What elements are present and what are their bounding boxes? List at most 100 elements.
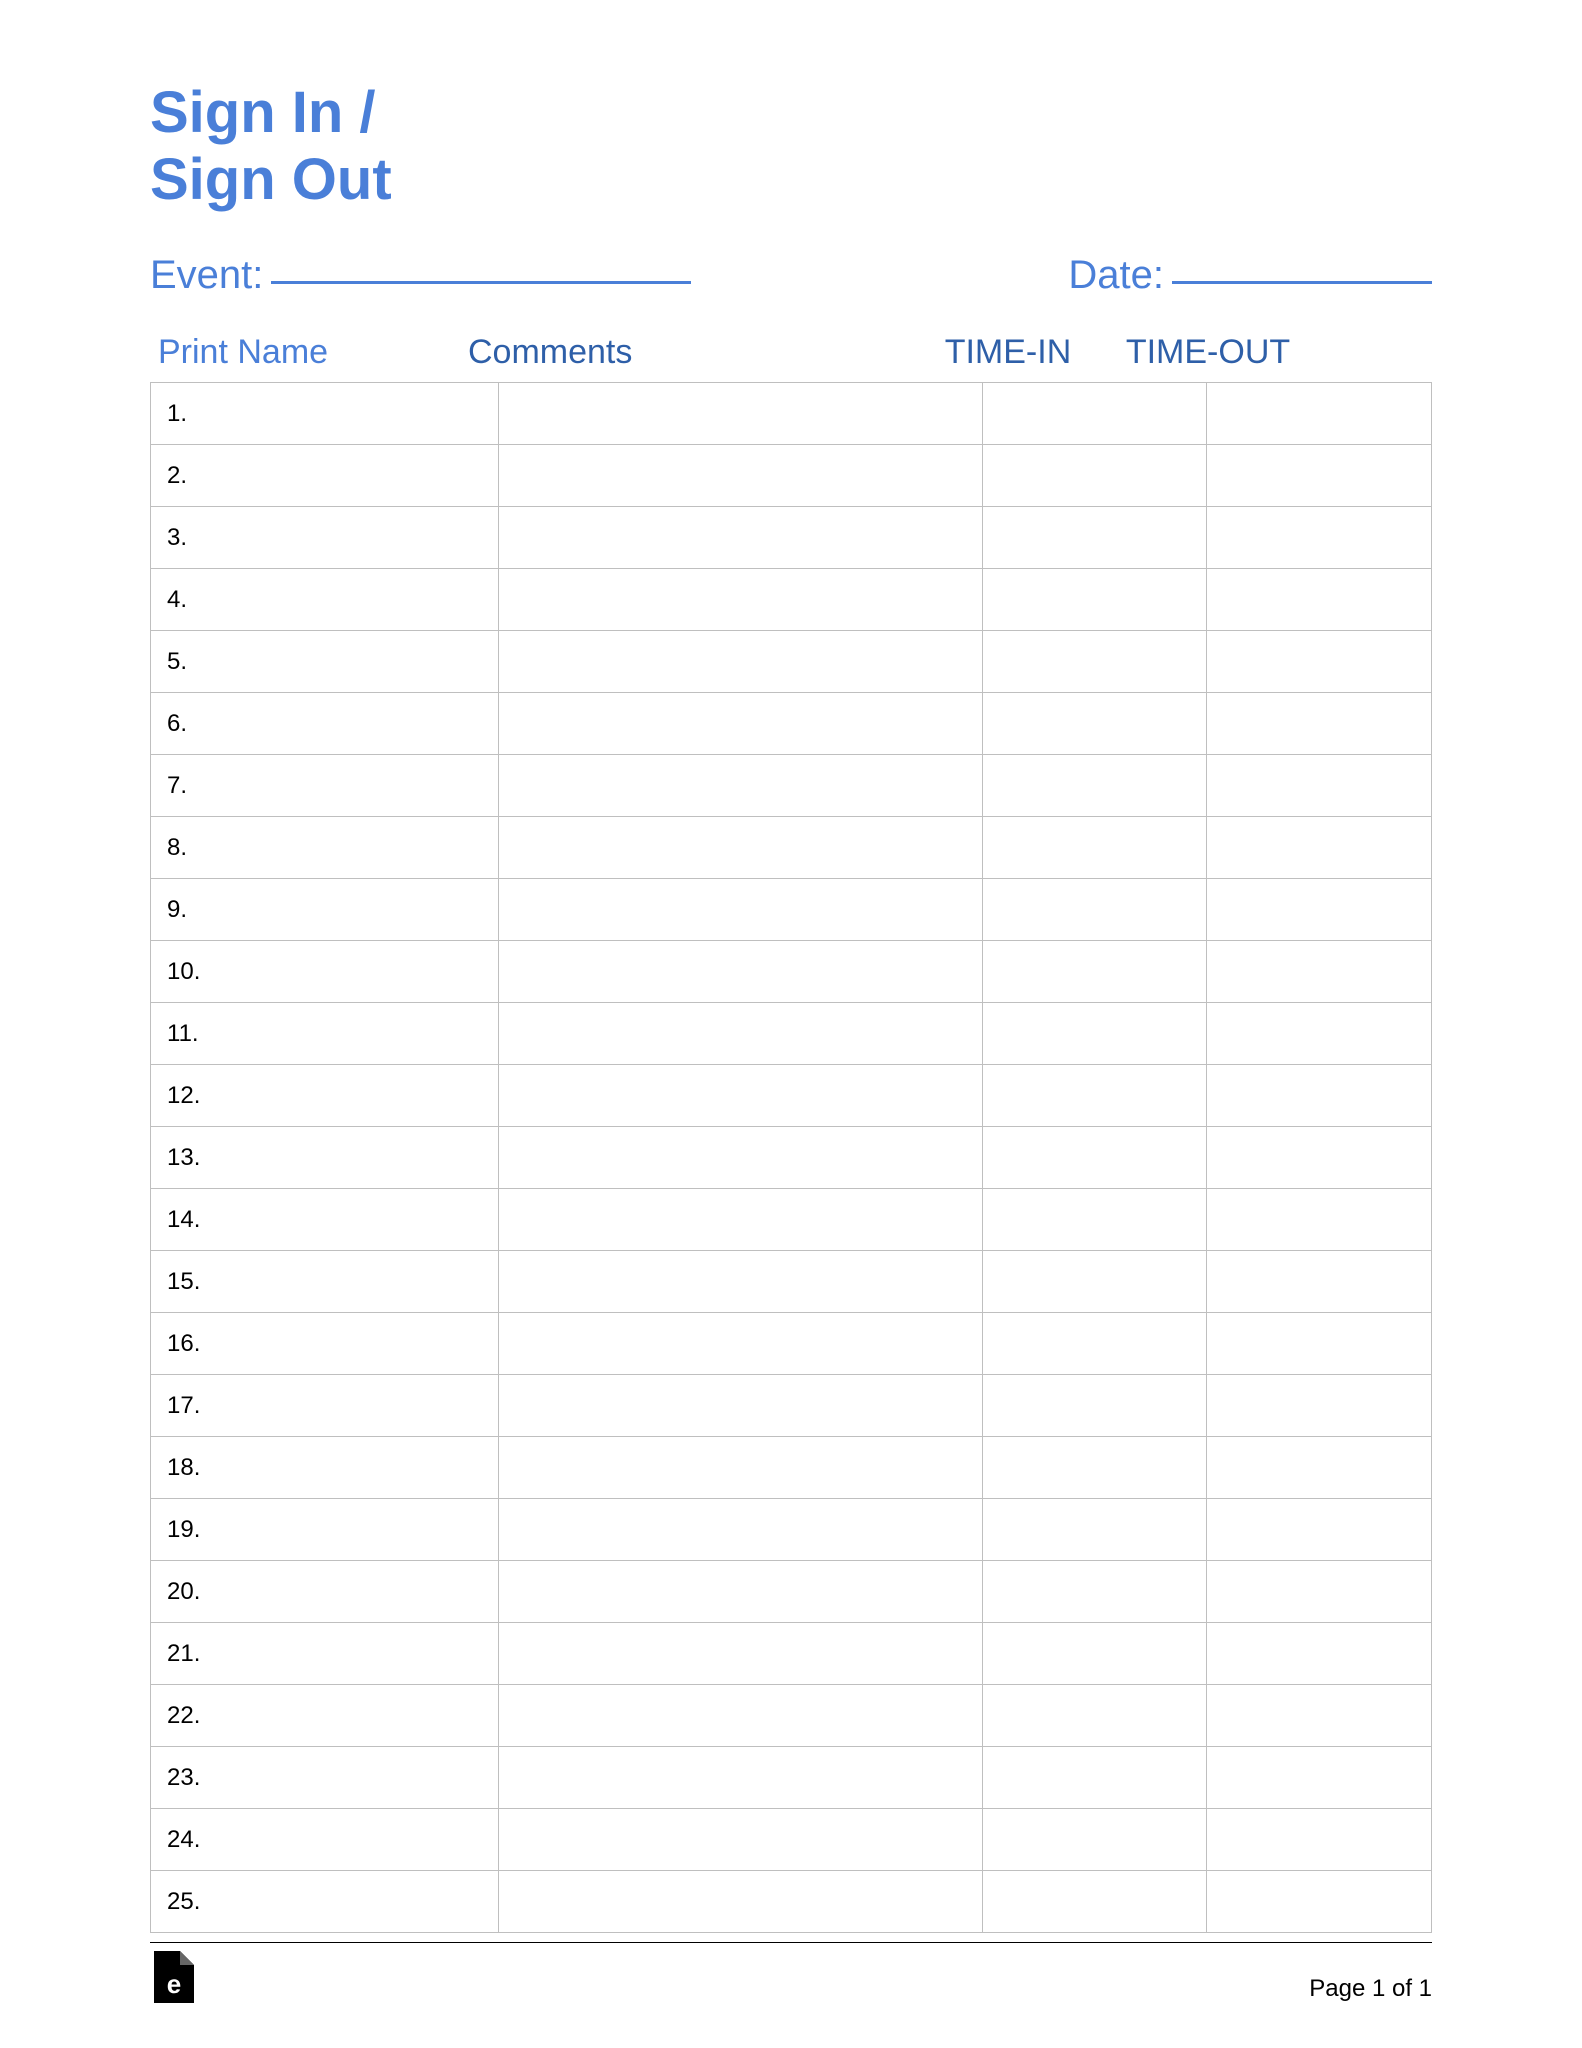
row-number-cell[interactable]: 22. — [151, 1685, 499, 1747]
row-number-cell[interactable]: 7. — [151, 755, 499, 817]
comments-cell[interactable] — [499, 1685, 982, 1747]
time-out-cell[interactable] — [1207, 1189, 1432, 1251]
comments-cell[interactable] — [499, 383, 982, 445]
time-in-cell[interactable] — [982, 569, 1207, 631]
time-in-cell[interactable] — [982, 1437, 1207, 1499]
time-out-cell[interactable] — [1207, 817, 1432, 879]
row-number-cell[interactable]: 5. — [151, 631, 499, 693]
time-out-cell[interactable] — [1207, 879, 1432, 941]
time-out-cell[interactable] — [1207, 445, 1432, 507]
comments-cell[interactable] — [499, 1065, 982, 1127]
time-in-cell[interactable] — [982, 1561, 1207, 1623]
row-number-cell[interactable]: 14. — [151, 1189, 499, 1251]
comments-cell[interactable] — [499, 755, 982, 817]
row-number-cell[interactable]: 13. — [151, 1127, 499, 1189]
time-in-cell[interactable] — [982, 1747, 1207, 1809]
row-number-cell[interactable]: 6. — [151, 693, 499, 755]
time-in-cell[interactable] — [982, 1251, 1207, 1313]
time-in-cell[interactable] — [982, 1189, 1207, 1251]
time-out-cell[interactable] — [1207, 1003, 1432, 1065]
time-in-cell[interactable] — [982, 817, 1207, 879]
comments-cell[interactable] — [499, 879, 982, 941]
time-in-cell[interactable] — [982, 755, 1207, 817]
time-out-cell[interactable] — [1207, 1623, 1432, 1685]
comments-cell[interactable] — [499, 817, 982, 879]
comments-cell[interactable] — [499, 1561, 982, 1623]
comments-cell[interactable] — [499, 1127, 982, 1189]
time-out-cell[interactable] — [1207, 1065, 1432, 1127]
time-in-cell[interactable] — [982, 879, 1207, 941]
time-out-cell[interactable] — [1207, 1127, 1432, 1189]
time-in-cell[interactable] — [982, 693, 1207, 755]
comments-cell[interactable] — [499, 507, 982, 569]
event-blank-line[interactable] — [271, 281, 691, 284]
row-number-cell[interactable]: 9. — [151, 879, 499, 941]
time-in-cell[interactable] — [982, 941, 1207, 1003]
row-number-cell[interactable]: 3. — [151, 507, 499, 569]
comments-cell[interactable] — [499, 1003, 982, 1065]
comments-cell[interactable] — [499, 1871, 982, 1933]
time-out-cell[interactable] — [1207, 755, 1432, 817]
row-number-cell[interactable]: 12. — [151, 1065, 499, 1127]
date-blank-line[interactable] — [1172, 281, 1432, 284]
row-number-cell[interactable]: 11. — [151, 1003, 499, 1065]
comments-cell[interactable] — [499, 1747, 982, 1809]
time-in-cell[interactable] — [982, 445, 1207, 507]
time-out-cell[interactable] — [1207, 1685, 1432, 1747]
time-in-cell[interactable] — [982, 507, 1207, 569]
comments-cell[interactable] — [499, 1437, 982, 1499]
time-in-cell[interactable] — [982, 1375, 1207, 1437]
comments-cell[interactable] — [499, 631, 982, 693]
time-in-cell[interactable] — [982, 1623, 1207, 1685]
time-out-cell[interactable] — [1207, 383, 1432, 445]
time-out-cell[interactable] — [1207, 1747, 1432, 1809]
row-number-cell[interactable]: 2. — [151, 445, 499, 507]
comments-cell[interactable] — [499, 693, 982, 755]
time-out-cell[interactable] — [1207, 1871, 1432, 1933]
time-in-cell[interactable] — [982, 1003, 1207, 1065]
time-in-cell[interactable] — [982, 1127, 1207, 1189]
time-out-cell[interactable] — [1207, 1375, 1432, 1437]
time-out-cell[interactable] — [1207, 507, 1432, 569]
comments-cell[interactable] — [499, 1809, 982, 1871]
row-number-cell[interactable]: 1. — [151, 383, 499, 445]
time-in-cell[interactable] — [982, 1499, 1207, 1561]
time-in-cell[interactable] — [982, 1685, 1207, 1747]
time-out-cell[interactable] — [1207, 1499, 1432, 1561]
comments-cell[interactable] — [499, 1375, 982, 1437]
row-number-cell[interactable]: 17. — [151, 1375, 499, 1437]
row-number-cell[interactable]: 21. — [151, 1623, 499, 1685]
row-number-cell[interactable]: 16. — [151, 1313, 499, 1375]
time-out-cell[interactable] — [1207, 631, 1432, 693]
comments-cell[interactable] — [499, 1499, 982, 1561]
time-in-cell[interactable] — [982, 1871, 1207, 1933]
time-out-cell[interactable] — [1207, 1437, 1432, 1499]
time-in-cell[interactable] — [982, 631, 1207, 693]
row-number-cell[interactable]: 8. — [151, 817, 499, 879]
row-number-cell[interactable]: 4. — [151, 569, 499, 631]
comments-cell[interactable] — [499, 1189, 982, 1251]
row-number-cell[interactable]: 25. — [151, 1871, 499, 1933]
row-number-cell[interactable]: 18. — [151, 1437, 499, 1499]
time-in-cell[interactable] — [982, 383, 1207, 445]
row-number-cell[interactable]: 19. — [151, 1499, 499, 1561]
time-out-cell[interactable] — [1207, 1251, 1432, 1313]
row-number-cell[interactable]: 15. — [151, 1251, 499, 1313]
time-out-cell[interactable] — [1207, 693, 1432, 755]
comments-cell[interactable] — [499, 1251, 982, 1313]
comments-cell[interactable] — [499, 445, 982, 507]
time-out-cell[interactable] — [1207, 941, 1432, 1003]
time-out-cell[interactable] — [1207, 1313, 1432, 1375]
row-number-cell[interactable]: 23. — [151, 1747, 499, 1809]
time-out-cell[interactable] — [1207, 569, 1432, 631]
time-in-cell[interactable] — [982, 1313, 1207, 1375]
comments-cell[interactable] — [499, 1313, 982, 1375]
comments-cell[interactable] — [499, 941, 982, 1003]
row-number-cell[interactable]: 10. — [151, 941, 499, 1003]
comments-cell[interactable] — [499, 1623, 982, 1685]
row-number-cell[interactable]: 24. — [151, 1809, 499, 1871]
time-out-cell[interactable] — [1207, 1561, 1432, 1623]
time-out-cell[interactable] — [1207, 1809, 1432, 1871]
time-in-cell[interactable] — [982, 1809, 1207, 1871]
comments-cell[interactable] — [499, 569, 982, 631]
